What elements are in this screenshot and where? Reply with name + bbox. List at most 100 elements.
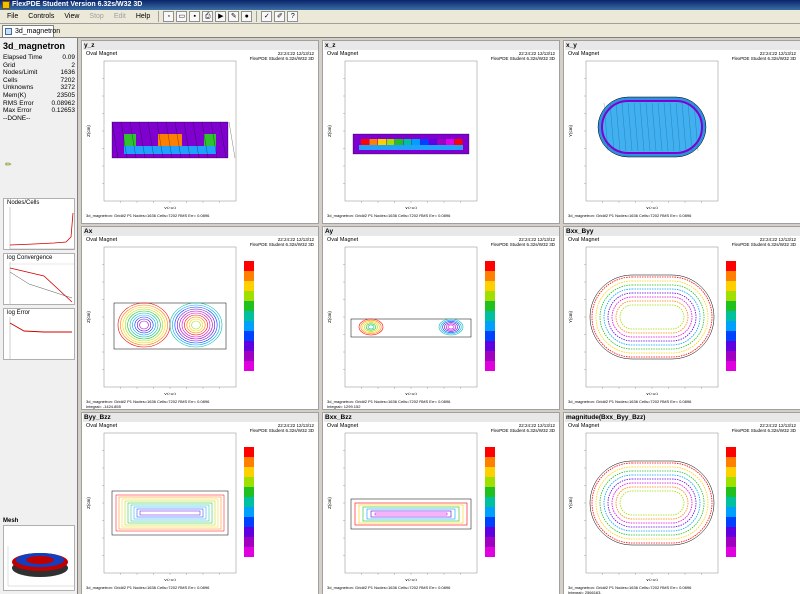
stat-value: 0.12653 — [51, 107, 76, 115]
y-axis-label: Z(cm) — [327, 497, 332, 509]
menu-help[interactable]: Help — [131, 10, 155, 24]
plot-footer: 3d_magnetron: Grid#2 P1 Nodes=1636 Cells… — [86, 585, 210, 590]
x-axis-label: Y(cm) — [164, 206, 176, 209]
x-axis-label: X(cm) — [646, 206, 658, 209]
plot-panel-ax[interactable]: Ax Oval Magnet 22:24:22 12/13/12 FlexPDE St… — [81, 226, 319, 410]
new-file-icon[interactable]: ▫ — [163, 11, 175, 22]
stat-value: 0.09 — [62, 54, 75, 61]
plot-grid: y_z Oval Magnet 22:24:22 12/13/12 FlexPDE S… — [79, 38, 800, 594]
stat-row: Grid 2 — [3, 62, 75, 70]
plot-panel-y-z[interactable]: y_z Oval Magnet 22:24:22 12/13/12 FlexPDE S… — [81, 40, 319, 224]
stat-value: 1636 — [60, 69, 75, 77]
plot-canvas: Y(cm) Z(cm) — [86, 60, 237, 209]
y-axis-label: Y(cm) — [568, 497, 573, 509]
stat-row: Unknowns 3272 — [3, 84, 75, 92]
stats-list: Elapsed Time 0.09 Grid 2 Nodes/Limit 1636 Cell… — [3, 54, 75, 122]
color-legend — [726, 261, 736, 371]
x-axis-label: Y(cm) — [164, 392, 176, 395]
plot-footer: 3d_magnetron: Grid#2 P1 Nodes=1636 Cells… — [327, 585, 451, 590]
stat-row: RMS Error 0.08962 — [3, 100, 75, 108]
menu-controls[interactable]: Controls — [23, 10, 59, 24]
menu-stop[interactable]: Stop — [84, 10, 108, 24]
stat-label: Unknowns — [3, 84, 34, 92]
pencil-icon: ✏ — [5, 160, 12, 169]
open-folder-icon[interactable]: ▭ — [176, 11, 188, 22]
plot-canvas: X(cm) Y(cm) — [568, 246, 719, 395]
y-axis-label: Z(cm) — [86, 125, 91, 137]
stat-value: 23505 — [56, 91, 75, 99]
nodes-cells-title: Nodes/Cells — [7, 200, 40, 206]
x-axis-label: X(cm) — [646, 578, 658, 581]
mesh-view — [3, 525, 75, 591]
convergence-title: log Convergence — [7, 255, 53, 261]
plot-panel-ay[interactable]: Ay Oval Magnet 22:24:22 12/13/12 FlexPDE St… — [322, 226, 560, 410]
stat-label: Elapsed Time — [3, 54, 43, 61]
status-panel: 3d_magnetron Elapsed Time 0.09 Grid 2 Nodes/… — [0, 38, 78, 594]
y-axis-label: Z(cm) — [86, 311, 91, 323]
plot-canvas: Y(cm) Z(cm) — [86, 246, 237, 395]
plot-integral: Integral= 2566163. — [568, 590, 602, 594]
help-icon[interactable]: ? — [287, 11, 299, 22]
plot-canvas: X(cm) Y(cm) — [568, 60, 719, 209]
plot-integral: Integral= 1299.152 — [327, 404, 361, 409]
mesh-3d-plot — [7, 546, 74, 587]
plot-panel-bxx-bzz[interactable]: Bxx_Bzz Oval Magnet 22:24:22 12/13/12 FlexP… — [322, 412, 560, 594]
stat-label: RMS Error — [3, 99, 34, 107]
print-icon[interactable]: ⎙ — [202, 11, 214, 22]
error-monitor: log Error — [3, 308, 75, 360]
x-axis-label: X(cm) — [405, 206, 417, 209]
color-legend — [485, 261, 495, 371]
plot-panel-magnitude-bxx-byy-bzz-[interactable]: magnitude(Bxx_Byy_Bzz) Oval Magnet 22:24:2… — [563, 412, 800, 594]
stat-value: 3272 — [60, 84, 75, 92]
plot-canvas: X(cm) Z(cm) — [327, 60, 478, 209]
title-bar: FlexPDE Student Version 6.32s/W32 3D — [0, 0, 800, 10]
edit-pencil-icon[interactable]: ✎ — [228, 11, 240, 22]
stat-value: 0.08962 — [51, 99, 76, 107]
stop-icon[interactable]: ● — [241, 11, 253, 22]
done-status: --DONE-- — [3, 114, 31, 122]
stat-label: Grid — [3, 61, 16, 69]
stat-label: Nodes/Limit — [3, 69, 38, 77]
check-icon[interactable]: ✓ — [261, 11, 273, 22]
convergence-plot — [9, 262, 74, 304]
color-legend — [726, 447, 736, 557]
plot-canvas: X(cm) Z(cm) — [327, 432, 478, 581]
document-icon — [5, 28, 12, 35]
tab-label: 3d_magnetron — [15, 28, 61, 35]
stat-label: Mem(K) — [3, 91, 27, 99]
error-plot — [9, 317, 72, 359]
x-axis-label: X(cm) — [646, 392, 658, 395]
tab-3d-magnetron[interactable]: 3d_magnetron — [2, 25, 60, 37]
y-axis-label: Y(cm) — [568, 311, 573, 323]
menu-file[interactable]: File — [2, 10, 23, 24]
save-icon[interactable]: ▪ — [189, 11, 201, 22]
nodes-cells-plot — [9, 207, 74, 250]
problem-name: 3d_magnetron — [3, 41, 66, 51]
stat-value: 2 — [71, 61, 75, 69]
plot-panel-x-y[interactable]: x_y Oval Magnet 22:24:22 12/13/12 FlexPDE S… — [563, 40, 800, 224]
run-icon[interactable]: ▶ — [215, 11, 227, 22]
menu-edit[interactable]: Edit — [109, 10, 131, 24]
y-axis-label: Z(cm) — [327, 311, 332, 323]
x-axis-label: Y(cm) — [164, 578, 176, 581]
convergence-monitor: log Convergence — [3, 253, 75, 305]
stat-value: 7202 — [60, 76, 75, 84]
plot-footer: 3d_magnetron: Grid#2 P1 Nodes=1636 Cells… — [86, 213, 210, 218]
app-icon — [2, 1, 10, 9]
nodes-cells-monitor: Nodes/Cells — [3, 198, 75, 250]
edit-icon[interactable]: ✐ — [274, 11, 286, 22]
stat-row: Mem(K) 23505 — [3, 92, 75, 100]
plot-panel-x-z[interactable]: x_z Oval Magnet 22:24:22 12/13/12 FlexPDE S… — [322, 40, 560, 224]
color-legend — [244, 261, 254, 371]
plot-canvas: X(cm) Z(cm) — [327, 246, 478, 395]
stat-label: Max Error — [3, 107, 32, 115]
x-axis-label: X(cm) — [405, 392, 417, 395]
stat-row: Elapsed Time 0.09 — [3, 54, 75, 62]
plot-panel-bxx-byy[interactable]: Bxx_Byy Oval Magnet 22:24:22 12/13/12 FlexP… — [563, 226, 800, 410]
menu-bar: File Controls View Stop Edit Help ▫ ▭ ▪ … — [0, 10, 800, 24]
window-title: FlexPDE Student Version 6.32s/W32 3D — [12, 1, 143, 8]
menu-view[interactable]: View — [59, 10, 84, 24]
stat-row: Cells 7202 — [3, 77, 75, 85]
plot-panel-byy-bzz[interactable]: Byy_Bzz Oval Magnet 22:24:22 12/13/12 FlexP… — [81, 412, 319, 594]
color-legend — [244, 447, 254, 557]
